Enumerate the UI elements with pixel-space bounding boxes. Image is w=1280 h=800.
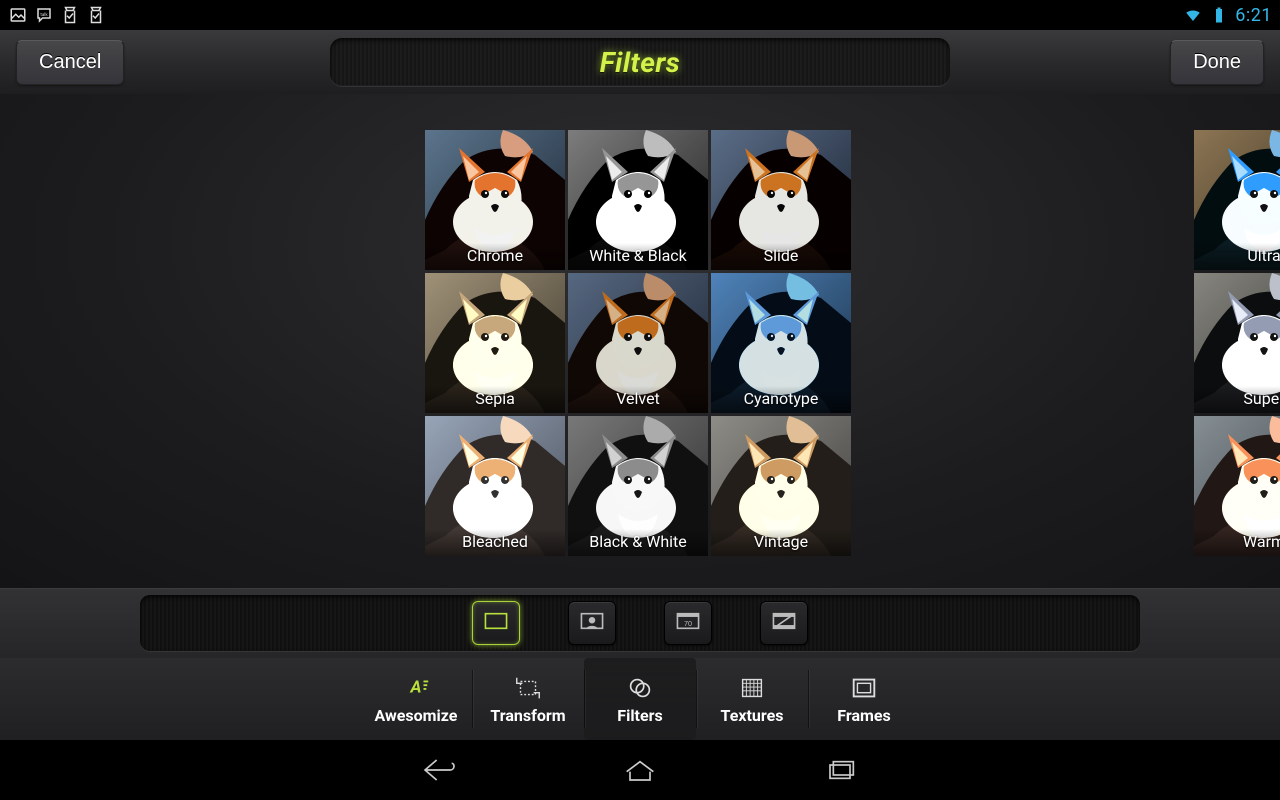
- android-nav-bar: [0, 740, 1280, 800]
- nav-home-button[interactable]: [610, 750, 670, 790]
- filter-thumb-black-white[interactable]: Black & White: [568, 416, 708, 556]
- status-left-icons: talk: [8, 5, 106, 25]
- filter-thumb-label: Vintage: [711, 529, 851, 556]
- filter-thumb-warm[interactable]: Warm: [1194, 416, 1280, 556]
- filter-thumb-label: White & Black: [568, 243, 708, 270]
- download-complete-icon: [60, 5, 80, 25]
- header-title-pill: Filters: [330, 38, 950, 86]
- header-title: Filters: [600, 46, 681, 79]
- filter-thumb-label: Cyanotype: [711, 386, 851, 413]
- filter-thumb-ultra[interactable]: Ultra: [1194, 130, 1280, 270]
- portrait-icon: [579, 610, 605, 636]
- seventy-icon: 70: [675, 610, 701, 636]
- editor-header: Cancel Filters Done: [0, 30, 1280, 94]
- frames-icon: [849, 674, 879, 702]
- filter-thumb-label: Sepia: [425, 386, 565, 413]
- filters-icon: [625, 674, 655, 702]
- transform-icon: [513, 674, 543, 702]
- subcat-seventy-button[interactable]: 70: [664, 601, 712, 645]
- filter-thumb-sepia[interactable]: Sepia: [425, 273, 565, 413]
- tab-label: Frames: [837, 706, 890, 725]
- subcategory-bar: 70: [0, 588, 1280, 658]
- filter-thumb-white-black[interactable]: White & Black: [568, 130, 708, 270]
- tab-transform[interactable]: Transform: [472, 658, 584, 740]
- filter-thumb-super[interactable]: Super: [1194, 273, 1280, 413]
- tab-frames[interactable]: Frames: [808, 658, 920, 740]
- svg-text:A: A: [410, 677, 422, 697]
- filter-thumb-vintage[interactable]: Vintage: [711, 416, 851, 556]
- filter-thumb-label: Slide: [711, 243, 851, 270]
- tab-label: Filters: [617, 706, 662, 725]
- tab-label: Textures: [721, 706, 784, 725]
- filter-thumb-cyanotype[interactable]: Cyanotype: [711, 273, 851, 413]
- frame-icon: [483, 610, 509, 636]
- download-complete-icon-2: [86, 5, 106, 25]
- subcat-frame-button[interactable]: [472, 601, 520, 645]
- gallery-icon: [8, 5, 28, 25]
- tab-label: Transform: [490, 706, 565, 725]
- subcat-film-button[interactable]: [760, 601, 808, 645]
- subcat-portrait-button[interactable]: [568, 601, 616, 645]
- filter-thumb-bleached[interactable]: Bleached: [425, 416, 565, 556]
- filter-thumb-chrome[interactable]: Chrome: [425, 130, 565, 270]
- filter-thumb-label: Super: [1194, 386, 1280, 413]
- tab-textures[interactable]: Textures: [696, 658, 808, 740]
- awesomize-icon: A: [401, 674, 431, 702]
- android-status-bar: talk 6:21: [0, 0, 1280, 30]
- nav-back-button[interactable]: [410, 750, 470, 790]
- filter-thumb-label: Warm: [1194, 529, 1280, 556]
- filter-thumb-label: Bleached: [425, 529, 565, 556]
- filter-thumb-label: Velvet: [568, 386, 708, 413]
- tab-awesomize[interactable]: A Awesomize: [360, 658, 472, 740]
- cancel-button[interactable]: Cancel: [16, 40, 124, 85]
- status-right: 6:21: [1183, 5, 1272, 26]
- textures-icon: [737, 674, 767, 702]
- battery-icon: [1209, 5, 1229, 25]
- filter-thumb-velvet[interactable]: Velvet: [568, 273, 708, 413]
- tool-tab-bar: A Awesomize Transform Filters Textures Frames: [0, 658, 1280, 740]
- svg-text:70: 70: [684, 619, 692, 628]
- wifi-icon: [1183, 5, 1203, 25]
- filter-thumb-label: Ultra: [1194, 243, 1280, 270]
- talk-icon: talk: [34, 5, 54, 25]
- filter-grid-side: Ultra Super Warm: [1194, 130, 1280, 556]
- filter-thumb-slide[interactable]: Slide: [711, 130, 851, 270]
- filter-thumb-label: Black & White: [568, 529, 708, 556]
- filter-grid-main: ChromeWhite & BlackSlide SepiaVelvetCyano…: [425, 130, 851, 556]
- tab-filters[interactable]: Filters: [584, 658, 696, 740]
- subcategory-pill: 70: [140, 595, 1140, 651]
- film-icon: [771, 610, 797, 636]
- nav-recent-button[interactable]: [810, 750, 870, 790]
- filter-stage: ChromeWhite & BlackSlide SepiaVelvetCyano…: [0, 94, 1280, 588]
- done-button[interactable]: Done: [1170, 40, 1264, 85]
- filter-thumb-label: Chrome: [425, 243, 565, 270]
- svg-text:talk: talk: [40, 12, 48, 18]
- tab-label: Awesomize: [375, 706, 458, 725]
- status-clock: 6:21: [1235, 5, 1272, 26]
